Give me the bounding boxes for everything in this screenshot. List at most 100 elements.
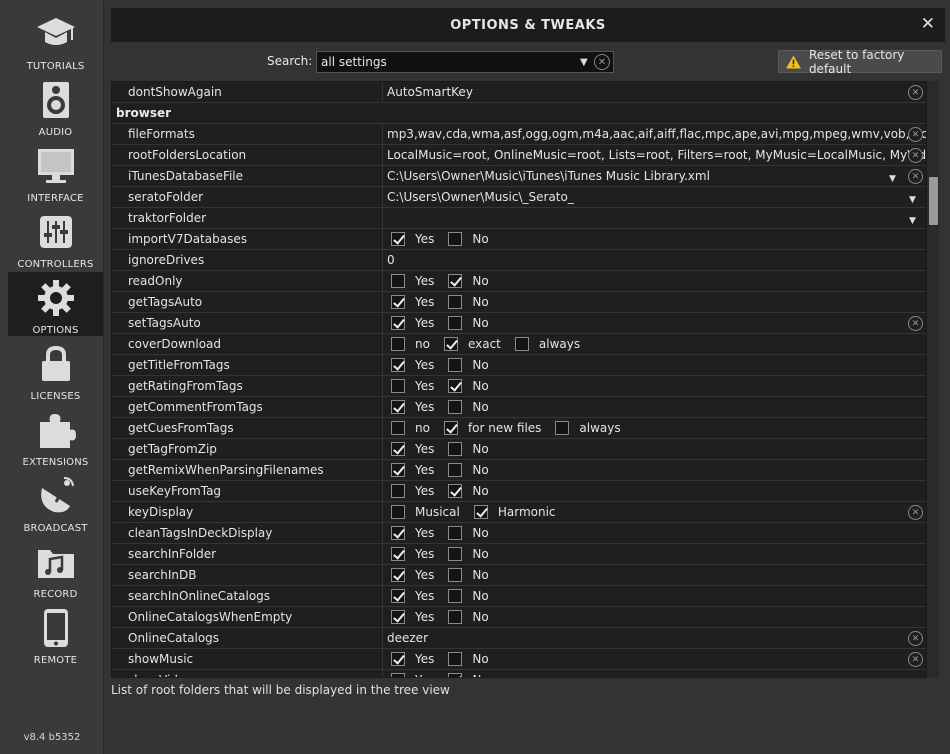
reset-value-icon[interactable]: ✕: [908, 127, 923, 142]
close-icon[interactable]: ✕: [921, 15, 935, 33]
sidebar-item-broadcast[interactable]: BROADCAST: [8, 470, 103, 534]
sidebar-item-tutorials[interactable]: TUTORIALS: [8, 8, 103, 72]
checkbox[interactable]: [448, 274, 463, 288]
setting-value[interactable]: Musical Harmonic ✕: [383, 502, 926, 522]
checkbox[interactable]: [391, 463, 405, 477]
checkbox[interactable]: [448, 652, 463, 666]
checkbox[interactable]: [448, 316, 463, 330]
checkbox[interactable]: [391, 337, 405, 351]
setting-value[interactable]: Yes No: [383, 523, 926, 543]
setting-value-text[interactable]: C:\Users\Owner\Music\_Serato_: [387, 187, 604, 207]
setting-value[interactable]: LocalMusic=root, OnlineMusic=root, Lists…: [383, 145, 926, 165]
checkbox[interactable]: [391, 358, 405, 372]
search-input[interactable]: all settings ▼ ✕: [316, 51, 614, 73]
setting-value[interactable]: Yes No: [383, 670, 926, 677]
checkbox[interactable]: [391, 379, 405, 393]
setting-value[interactable]: Yes No: [383, 544, 926, 564]
checkbox[interactable]: [448, 400, 463, 414]
setting-value-text[interactable]: C:\Users\Owner\Music\iTunes\iTunes Music…: [387, 166, 740, 186]
checkbox[interactable]: [514, 337, 529, 351]
setting-value[interactable]: C:\Users\Owner\Music\iTunes\iTunes Music…: [383, 166, 926, 186]
scrollbar[interactable]: [927, 81, 939, 678]
setting-value[interactable]: deezer ✕: [383, 628, 926, 648]
checkbox[interactable]: [391, 232, 405, 246]
reset-value-icon[interactable]: ✕: [908, 85, 923, 100]
setting-value[interactable]: mp3,wav,cda,wma,asf,ogg,ogm,m4a,aac,aif,…: [383, 124, 926, 144]
setting-value[interactable]: 0: [383, 250, 926, 270]
sidebar-item-controllers[interactable]: CONTROLLERS: [8, 206, 103, 270]
setting-value[interactable]: Yes No: [383, 397, 926, 417]
checkbox[interactable]: [391, 484, 405, 498]
setting-value[interactable]: Yes No ✕: [383, 649, 926, 669]
checkbox[interactable]: [448, 568, 463, 582]
reset-value-icon[interactable]: ✕: [908, 652, 923, 667]
setting-value[interactable]: Yes No ✕: [383, 313, 926, 333]
reset-value-icon[interactable]: ✕: [908, 316, 923, 331]
sidebar-item-interface[interactable]: INTERFACE: [8, 140, 103, 204]
checkbox[interactable]: [391, 316, 405, 330]
setting-value[interactable]: Yes No: [383, 460, 926, 480]
checkbox[interactable]: [391, 295, 405, 309]
chevron-down-icon[interactable]: ▼: [580, 57, 594, 68]
checkbox[interactable]: [448, 610, 463, 624]
setting-value-text[interactable]: mp3,wav,cda,wma,asf,ogg,ogm,m4a,aac,aif,…: [387, 124, 926, 144]
chevron-down-icon[interactable]: ▼: [889, 169, 900, 184]
checkbox[interactable]: [391, 589, 405, 603]
checkbox[interactable]: [473, 505, 488, 519]
setting-value[interactable]: Yes No: [383, 376, 926, 396]
setting-value[interactable]: Yes No: [383, 607, 926, 627]
chevron-down-icon[interactable]: ▼: [909, 190, 920, 205]
checkbox[interactable]: [448, 589, 463, 603]
setting-value[interactable]: Yes No: [383, 229, 926, 249]
setting-value[interactable]: Yes No: [383, 355, 926, 375]
checkbox[interactable]: [391, 421, 405, 435]
checkbox[interactable]: [448, 379, 463, 393]
checkbox[interactable]: [391, 274, 405, 288]
checkbox[interactable]: [448, 358, 463, 372]
sidebar-item-audio[interactable]: AUDIO: [8, 74, 103, 138]
clear-icon[interactable]: ✕: [594, 54, 610, 70]
checkbox[interactable]: [443, 337, 458, 351]
checkbox[interactable]: [448, 526, 463, 540]
checkbox[interactable]: [391, 568, 405, 582]
setting-value[interactable]: Yes No: [383, 271, 926, 291]
setting-value-text[interactable]: deezer: [387, 628, 458, 648]
setting-value-text[interactable]: 0: [387, 250, 425, 270]
sidebar-item-options[interactable]: OPTIONS: [8, 272, 103, 336]
chevron-down-icon[interactable]: ▼: [909, 211, 920, 226]
setting-value[interactable]: Yes No: [383, 292, 926, 312]
checkbox[interactable]: [448, 673, 463, 677]
checkbox[interactable]: [443, 421, 458, 435]
checkbox[interactable]: [391, 652, 405, 666]
checkbox[interactable]: [391, 505, 405, 519]
checkbox[interactable]: [448, 295, 463, 309]
setting-value[interactable]: no exact always: [383, 334, 926, 354]
checkbox[interactable]: [448, 232, 463, 246]
reset-value-icon[interactable]: ✕: [908, 631, 923, 646]
checkbox[interactable]: [391, 400, 405, 414]
checkbox[interactable]: [391, 547, 405, 561]
setting-value[interactable]: C:\Users\Owner\Music\_Serato_ ▼: [383, 187, 926, 207]
checkbox[interactable]: [555, 421, 570, 435]
reset-value-icon[interactable]: ✕: [908, 505, 923, 520]
checkbox[interactable]: [448, 484, 463, 498]
setting-value[interactable]: no for new files always: [383, 418, 926, 438]
checkbox[interactable]: [391, 610, 405, 624]
setting-value-text[interactable]: LocalMusic=root, OnlineMusic=root, Lists…: [387, 145, 926, 165]
checkbox[interactable]: [448, 463, 463, 477]
setting-value[interactable]: Yes No: [383, 439, 926, 459]
scrollbar-thumb[interactable]: [929, 177, 938, 225]
checkbox[interactable]: [391, 442, 405, 456]
setting-value[interactable]: Yes No: [383, 481, 926, 501]
checkbox[interactable]: [391, 673, 405, 677]
search-value[interactable]: all settings: [317, 55, 580, 69]
sidebar-item-extensions[interactable]: EXTENSIONS: [8, 404, 103, 468]
sidebar-item-remote[interactable]: REMOTE: [8, 602, 103, 666]
setting-value[interactable]: ▼: [383, 208, 926, 228]
setting-value-text[interactable]: AutoSmartKey: [387, 82, 503, 102]
setting-value[interactable]: Yes No: [383, 586, 926, 606]
checkbox[interactable]: [448, 442, 463, 456]
reset-value-icon[interactable]: ✕: [908, 169, 923, 184]
sidebar-item-record[interactable]: RECORD: [8, 536, 103, 600]
reset-value-icon[interactable]: ✕: [908, 148, 923, 163]
